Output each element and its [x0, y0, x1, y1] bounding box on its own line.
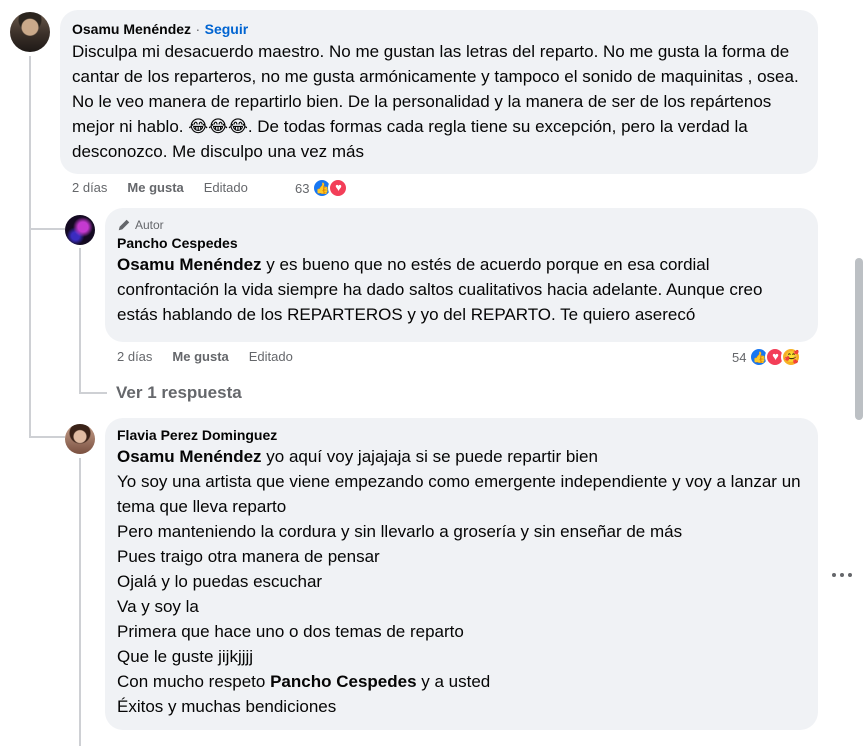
comment-text: Osamu Menéndez yo aquí voy jajajaja si s… — [117, 444, 806, 719]
edited-label: Editado — [203, 180, 248, 195]
separator-dot: · — [195, 21, 201, 37]
comment-text: Disculpa mi desacuerdo maestro. No me gu… — [72, 42, 799, 161]
author-badge: Autor — [117, 216, 806, 234]
comment-bubble-flavia: Flavia Perez Dominguez Osamu Menéndez yo… — [105, 418, 818, 730]
avatar-pancho[interactable] — [65, 215, 95, 245]
care-icon: 🥰 — [781, 347, 802, 367]
mention-link[interactable]: Osamu Menéndez — [117, 447, 262, 466]
comment-line-text: y a usted — [416, 672, 491, 691]
author-badge-label: Autor — [135, 218, 164, 232]
comment-actions: 2 días Me gusta Editado — [72, 180, 268, 195]
follow-button[interactable]: Seguir — [205, 21, 249, 37]
edited-label: Editado — [248, 349, 293, 364]
thread-line-main — [29, 56, 31, 436]
reaction-summary[interactable]: 63 👍 ♥ — [295, 178, 349, 198]
timestamp[interactable]: 2 días — [72, 180, 107, 195]
comment-line: Pero manteniendo la cordura y sin llevar… — [117, 522, 683, 541]
thread-connector-replies — [79, 392, 107, 394]
author-name[interactable]: Flavia Perez Dominguez — [117, 426, 806, 444]
comment-line: Osamu Menéndez yo aquí voy jajajaja si s… — [117, 444, 806, 469]
pencil-icon — [118, 219, 130, 231]
more-options-icon[interactable] — [832, 566, 852, 584]
author-name[interactable]: Osamu Menéndez — [72, 21, 191, 37]
timestamp[interactable]: 2 días — [117, 349, 152, 364]
comment-header: Osamu Menéndez · Seguir — [72, 20, 806, 39]
avatar-osamu[interactable] — [10, 12, 50, 52]
thread-connector-reply-1 — [29, 228, 65, 230]
comment-line: Ojalá y lo puedas escuchar — [117, 572, 323, 591]
thread-line-reply-1 — [79, 248, 81, 392]
reaction-summary[interactable]: 54 👍 ♥ 🥰 — [732, 347, 802, 367]
view-replies-link[interactable]: Ver 1 respuesta — [116, 383, 242, 403]
comment-bubble-osamu: Osamu Menéndez · Seguir Disculpa mi desa… — [60, 10, 818, 174]
avatar-flavia[interactable] — [65, 424, 95, 454]
comment-line: Éxitos y muchas bendiciones — [117, 697, 337, 716]
scrollbar-thumb[interactable] — [855, 258, 863, 420]
reaction-count: 54 — [732, 349, 747, 365]
reaction-count: 63 — [295, 180, 310, 196]
comment-line-text: Con mucho respeto — [117, 672, 271, 691]
mention-link[interactable]: Osamu Menéndez — [117, 255, 262, 274]
comment-line: Va y soy la — [117, 597, 199, 616]
comment-text: Osamu Menéndez y es bueno que no estés d… — [117, 252, 806, 327]
like-button[interactable]: Me gusta — [127, 180, 183, 195]
comment-line: Con mucho respeto Pancho Cespedes y a us… — [117, 669, 806, 694]
like-button[interactable]: Me gusta — [172, 349, 228, 364]
thread-connector-reply-2 — [29, 436, 65, 438]
comment-line: Yo soy una artista que viene empezando c… — [117, 472, 801, 516]
thread-line-reply-2 — [79, 458, 81, 746]
comment-line: Pues traigo otra manera de pensar — [117, 547, 380, 566]
comment-actions: 2 días Me gusta Editado — [117, 349, 313, 364]
comment-line: Primera que hace uno o dos temas de repa… — [117, 622, 464, 641]
author-name[interactable]: Pancho Cespedes — [117, 234, 806, 252]
mention-link[interactable]: Pancho Cespedes — [270, 672, 416, 691]
love-icon: ♥ — [328, 178, 349, 198]
comment-bubble-pancho: Autor Pancho Cespedes Osamu Menéndez y e… — [105, 208, 818, 342]
comment-line: Que le guste jijkjjjj — [117, 647, 254, 666]
comment-line-text: yo aquí voy jajajaja si se puede reparti… — [261, 447, 598, 466]
